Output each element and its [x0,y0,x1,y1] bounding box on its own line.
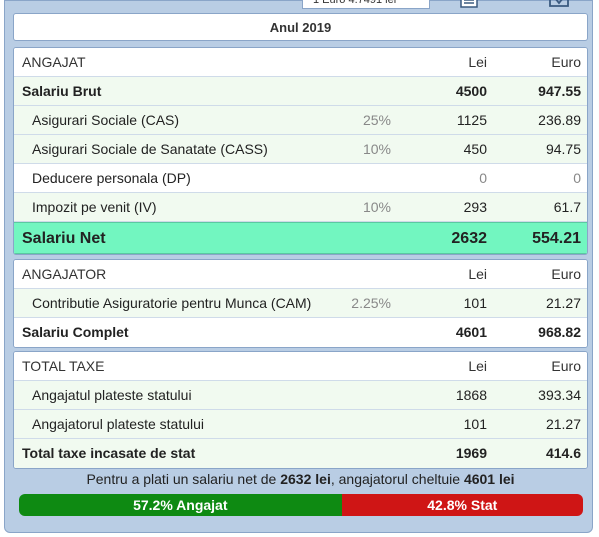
percent-value: 25% [362,112,391,128]
row-label: Salariu Complet [22,324,129,340]
summary-net: 2632 lei [280,471,331,487]
value-lei: 101 [463,416,487,432]
value-lei: 1868 [455,387,487,403]
row-label: Salariu Brut [22,83,102,99]
value-lei: 450 [463,141,487,157]
value-lei: 1969 [455,445,487,461]
employee-panel: ANGAJAT Lei Euro Salariu Brut 4500 947.5… [13,47,588,255]
summary-cost: 4601 lei [463,471,515,487]
value-euro: 414.6 [545,445,581,461]
table-row: Asigurari Sociale de Sanatate (CASS) 10%… [14,135,587,164]
summary-part1: Pentru a plati un salariu net de [86,471,281,487]
value-euro: 393.34 [538,387,581,403]
row-label: Salariu Net [22,230,106,247]
section-title: ANGAJAT [22,54,86,70]
value-lei: 4500 [455,83,487,99]
percent-value: 2.25% [351,295,391,311]
total-taxes-row: Total taxe incasate de stat 1969 414.6 [14,439,587,468]
employee-share-segment: 57.2% Angajat [19,494,342,516]
value-euro: 968.82 [538,324,581,340]
section-title: ANGAJATOR [22,266,107,282]
column-euro: Euro [551,266,581,282]
value-lei: 4601 [455,324,487,340]
row-label: Angajatul plateste statului [32,387,192,403]
employer-panel: ANGAJATOR Lei Euro Contributie Asigurato… [13,259,588,348]
value-euro: 61.7 [553,199,581,215]
value-lei: 2632 [451,230,487,247]
row-label: Total taxe incasate de stat [22,445,196,461]
document-icon[interactable] [457,0,481,8]
column-lei: Lei [468,266,487,282]
value-euro: 236.89 [538,112,581,128]
table-row: Asigurari Sociale (CAS) 25% 1125 236.89 [14,106,587,135]
cost-split-bar: 57.2% Angajat 42.8% Stat [19,494,583,516]
table-row: Contributie Asiguratorie pentru Munca (C… [14,289,587,318]
value-euro: 554.21 [532,230,581,247]
taxes-panel: TOTAL TAXE Lei Euro Angajatul plateste s… [13,351,588,469]
column-euro: Euro [551,54,581,70]
column-euro: Euro [551,358,581,374]
section-title: TOTAL TAXE [22,358,105,374]
top-bar: 1 Euro 4.7491 lei [4,0,593,10]
gross-salary-row: Salariu Brut 4500 947.55 [14,77,587,106]
value-lei: 293 [463,199,487,215]
row-label: Impozit pe venit (IV) [32,199,157,215]
percent-value: 10% [362,199,391,215]
state-share-segment: 42.8% Stat [341,494,583,516]
value-lei: 0 [479,170,487,186]
net-salary-row: Salariu Net 2632 554.21 [14,222,587,254]
column-lei: Lei [468,54,487,70]
year-label: Anul 2019 [13,13,588,41]
value-euro: 947.55 [538,83,581,99]
table-row: Angajatorul plateste statului 101 21.27 [14,410,587,439]
percent-value: 10% [362,141,391,157]
exchange-rate: 1 Euro 4.7491 lei [302,0,430,9]
taxes-header-row: TOTAL TAXE Lei Euro [14,352,587,381]
table-row: Deducere personala (DP) 0 0 [14,164,587,193]
value-euro: 21.27 [545,295,581,311]
download-icon[interactable] [547,0,571,8]
value-euro: 0 [573,170,581,186]
value-lei: 101 [463,295,487,311]
summary-part2: , angajatorul cheltuie [330,471,464,487]
row-label: Asigurari Sociale (CAS) [32,112,180,128]
row-label: Asigurari Sociale de Sanatate (CASS) [32,141,268,157]
table-row: Impozit pe venit (IV) 10% 293 61.7 [14,193,587,222]
table-row: Angajatul plateste statului 1868 393.34 [14,381,587,410]
summary-text: Pentru a plati un salariu net de 2632 le… [13,471,588,487]
column-lei: Lei [468,358,487,374]
value-lei: 1125 [456,112,487,128]
row-label: Angajatorul plateste statului [32,416,204,432]
value-euro: 21.27 [545,416,581,432]
employee-header-row: ANGAJAT Lei Euro [14,48,587,77]
row-label: Contributie Asiguratorie pentru Munca (C… [32,295,312,311]
complete-salary-row: Salariu Complet 4601 968.82 [14,318,587,347]
employer-header-row: ANGAJATOR Lei Euro [14,260,587,289]
row-label: Deducere personala (DP) [32,170,191,186]
value-euro: 94.75 [545,141,581,157]
